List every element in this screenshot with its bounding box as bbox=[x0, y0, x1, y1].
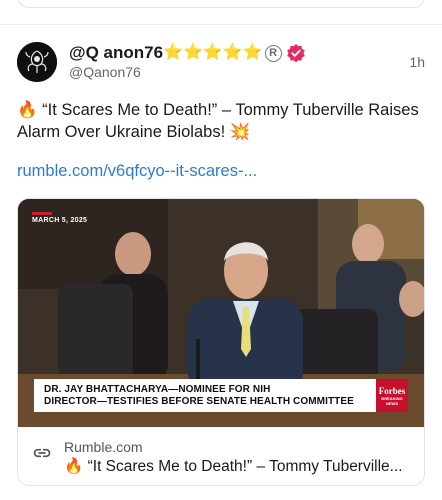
forbes-logo: Forbes BREAKING NEWS bbox=[376, 379, 408, 412]
registered-icon: R bbox=[264, 44, 282, 62]
star-icon: ⭐ bbox=[242, 44, 263, 61]
author-display-name[interactable]: @Q anon76 bbox=[69, 43, 163, 63]
star-icon: ⭐ bbox=[163, 44, 183, 61]
preview-thumbnail[interactable]: MARCH 5, 2025 DR. JAY BHATTACHARYA—NOMIN… bbox=[18, 199, 424, 427]
lower-third-line-1: DR. JAY BHATTACHARYA—NOMINEE FOR NIH bbox=[44, 383, 271, 395]
forbes-logo-text: Forbes bbox=[378, 385, 406, 396]
avatar[interactable] bbox=[17, 42, 57, 82]
link-preview-info[interactable]: Rumble.com 🔥 “It Scares Me to Death!” – … bbox=[32, 439, 403, 476]
link-chain-icon bbox=[33, 448, 51, 458]
post-divider bbox=[0, 24, 442, 25]
post-text: 🔥 “It Scares Me to Death!” – Tommy Tuber… bbox=[17, 101, 419, 141]
star-icon: ⭐ bbox=[202, 44, 223, 61]
author-name-row: @Q anon76 ⭐ ⭐ ⭐ ⭐ ⭐ R bbox=[69, 42, 306, 64]
news-lower-third: DR. JAY BHATTACHARYA—NOMINEE FOR NIH DIR… bbox=[34, 379, 376, 412]
author-handle[interactable]: @Qanon76 bbox=[69, 64, 141, 80]
link-preview-title: 🔥 “It Scares Me to Death!” – Tommy Tuber… bbox=[64, 458, 403, 475]
previous-post-card bbox=[17, 0, 425, 8]
verified-badge-icon bbox=[286, 44, 305, 63]
post-timestamp[interactable]: 1h bbox=[409, 54, 425, 70]
lower-third-line-2: DIRECTOR—TESTIFIES BEFORE SENATE HEALTH … bbox=[44, 395, 354, 407]
link-preview-card[interactable]: MARCH 5, 2025 DR. JAY BHATTACHARYA—NOMIN… bbox=[17, 198, 425, 486]
post-link[interactable]: rumble.com/v6qfcyo--it-scares-... bbox=[17, 162, 257, 181]
link-preview-domain: Rumble.com bbox=[64, 439, 143, 455]
star-icon: ⭐ bbox=[182, 44, 203, 61]
star-icon: ⭐ bbox=[222, 44, 243, 61]
video-date-label: MARCH 5, 2025 bbox=[32, 212, 88, 224]
forbes-logo-subtext: BREAKING NEWS bbox=[381, 395, 403, 406]
